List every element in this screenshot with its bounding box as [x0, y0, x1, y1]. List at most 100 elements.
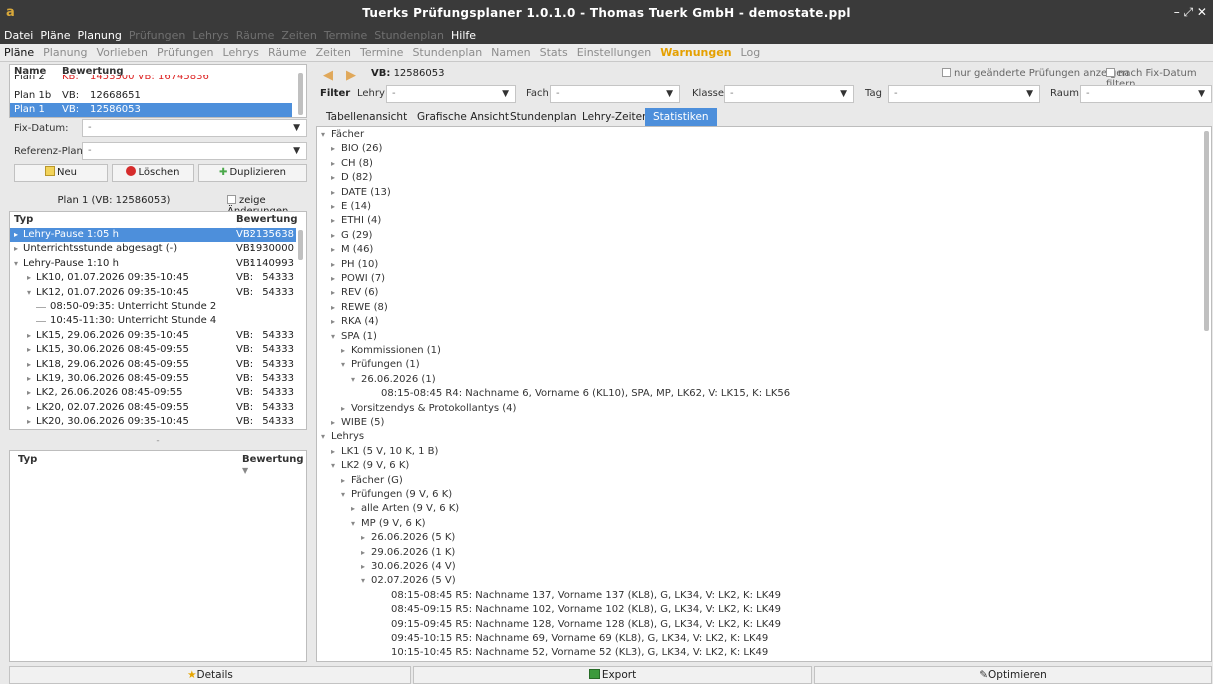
- tree-row[interactable]: ▸ E (14): [317, 200, 1211, 214]
- tree-row[interactable]: ▸ Kommissionen (1): [317, 344, 1211, 358]
- expand-icon[interactable]: ▸: [331, 243, 340, 257]
- tab-11[interactable]: Einstellungen: [577, 46, 652, 59]
- tree-row[interactable]: ▸ 30.06.2026 (4 V): [317, 560, 1211, 574]
- tab-10[interactable]: Stats: [540, 46, 568, 59]
- tab-8[interactable]: Stundenplan: [412, 46, 482, 59]
- detail-row[interactable]: ▸ Unterrichtsstunde abgesagt (-) VB: 193000…: [10, 242, 296, 256]
- tree-row[interactable]: ▸ REWE (8): [317, 301, 1211, 315]
- tree-row[interactable]: ▸ CH (8): [317, 157, 1211, 171]
- expand-icon[interactable]: ▸: [27, 271, 36, 285]
- expand-icon[interactable]: ▸: [331, 200, 340, 214]
- expand-icon[interactable]: ▸: [351, 502, 360, 516]
- window-controls[interactable]: – ⤢ ✕: [1174, 5, 1207, 20]
- menu-3[interactable]: Prüfungen: [129, 29, 185, 42]
- tab-6[interactable]: Zeiten: [316, 46, 351, 59]
- detail-row[interactable]: ▾ Lehry-Pause 1:10 h VB: 1140993: [10, 257, 296, 271]
- detail-scrollbar[interactable]: [298, 230, 303, 260]
- duplicate-plan-button[interactable]: ✚ Duplizieren: [198, 164, 307, 182]
- expand-icon[interactable]: ▸: [331, 416, 340, 430]
- expand-icon[interactable]: ▸: [27, 372, 36, 386]
- tree-row[interactable]: ▸ REV (6): [317, 286, 1211, 300]
- expand-icon[interactable]: ▸: [331, 186, 340, 200]
- new-plan-button[interactable]: Neu: [14, 164, 108, 182]
- tab-9[interactable]: Namen: [491, 46, 530, 59]
- redo-icon[interactable]: ▶: [346, 68, 356, 83]
- plan-row[interactable]: Plan 1 VB: 12586053: [10, 103, 292, 117]
- detail-row[interactable]: ▸ LK19, 30.06.2026 08:45-09:55 VB: 54333: [10, 372, 296, 386]
- expand-icon[interactable]: ▾: [351, 517, 360, 531]
- subtab-0[interactable]: Tabellenansicht: [318, 108, 415, 126]
- subtab-1[interactable]: Grafische Ansicht: [409, 108, 517, 126]
- tree-row[interactable]: ▸ DATE (13): [317, 186, 1211, 200]
- tree-row[interactable]: ▾ Fächer: [317, 128, 1211, 142]
- expand-icon[interactable]: ▸: [27, 386, 36, 400]
- tree-row[interactable]: ▸ Vorsitzendys & Protokollantys (4): [317, 402, 1211, 416]
- tab-5[interactable]: Räume: [268, 46, 307, 59]
- undo-icon[interactable]: ◀: [323, 68, 333, 83]
- expand-icon[interactable]: ▸: [27, 358, 36, 372]
- tree-row[interactable]: ▾ 26.06.2026 (1): [317, 373, 1211, 387]
- detail-row[interactable]: 10:45-11:30: Unterricht Stunde 4: [10, 314, 296, 328]
- tab-2[interactable]: Vorlieben: [97, 46, 149, 59]
- detail-row[interactable]: 08:50-09:35: Unterricht Stunde 2: [10, 300, 296, 314]
- subtab-2[interactable]: Stundenplan: [502, 108, 585, 126]
- tab-7[interactable]: Termine: [360, 46, 403, 59]
- detail-row[interactable]: ▸ LK10, 01.07.2026 09:35-10:45 VB: 54333: [10, 271, 296, 285]
- tree-row[interactable]: ▸ PH (10): [317, 258, 1211, 272]
- tree-row[interactable]: ▸ RKA (4): [317, 315, 1211, 329]
- menu-8[interactable]: Stundenplan: [374, 29, 444, 42]
- detail-row[interactable]: ▸ LK18, 29.06.2026 08:45-09:55 VB: 54333: [10, 358, 296, 372]
- expand-icon[interactable]: ▾: [351, 373, 360, 387]
- tree-row[interactable]: ▾ Prüfungen (1): [317, 358, 1211, 372]
- optimize-button[interactable]: ✎Optimieren: [814, 666, 1212, 684]
- tree-row[interactable]: 09:45-10:15 R5: Nachname 69, Vorname 69 …: [317, 632, 1211, 646]
- tree-row[interactable]: ▾ Prüfungen (9 V, 6 K): [317, 488, 1211, 502]
- expand-icon[interactable]: ▸: [361, 546, 370, 560]
- tree-row[interactable]: ▸ alle Arten (9 V, 6 K): [317, 502, 1211, 516]
- tab-1[interactable]: Planung: [43, 46, 87, 59]
- expand-icon[interactable]: ▾: [14, 257, 23, 271]
- tree-row[interactable]: ▸ ETHI (4): [317, 214, 1211, 228]
- expand-icon[interactable]: ▸: [331, 272, 340, 286]
- subtab-4[interactable]: Statistiken: [645, 108, 717, 126]
- only-changed-checkbox[interactable]: nur geänderte Prüfungen anzeigen: [942, 68, 1129, 79]
- tree-row[interactable]: ▸ 26.06.2026 (5 K): [317, 531, 1211, 545]
- expand-icon[interactable]: ▾: [27, 286, 36, 300]
- menu-7[interactable]: Termine: [324, 29, 367, 42]
- tree-row[interactable]: 08:15-08:45 R5: Nachname 137, Vorname 13…: [317, 589, 1211, 603]
- expand-icon[interactable]: ▾: [341, 488, 350, 502]
- expand-icon[interactable]: ▾: [331, 459, 340, 473]
- tree-row[interactable]: ▸ G (29): [317, 229, 1211, 243]
- tree-row[interactable]: ▸ POWI (7): [317, 272, 1211, 286]
- detail-row[interactable]: ▸ LK20, 30.06.2026 09:35-10:45 VB: 54333: [10, 415, 296, 429]
- menu-9[interactable]: Hilfe: [451, 29, 476, 42]
- expand-icon[interactable]: ▸: [331, 315, 340, 329]
- expand-icon[interactable]: ▾: [341, 358, 350, 372]
- expand-icon[interactable]: ▸: [341, 402, 350, 416]
- tree-row[interactable]: ▸ 29.06.2026 (1 K): [317, 546, 1211, 560]
- delete-plan-button[interactable]: Löschen: [112, 164, 194, 182]
- expand-icon[interactable]: ▸: [331, 229, 340, 243]
- tree-row[interactable]: ▸ Fächer (G): [317, 474, 1211, 488]
- menu-2[interactable]: Planung: [78, 29, 122, 42]
- filter-3-select[interactable]: - ▼: [888, 85, 1040, 103]
- expand-icon[interactable]: ▸: [331, 258, 340, 272]
- detail-row[interactable]: ▸ Lehry-Pause 1:05 h VB: 2135638: [10, 228, 296, 242]
- menu-1[interactable]: Pläne: [40, 29, 70, 42]
- plan-row[interactable]: Plan 1b VB: 12668651: [10, 89, 292, 103]
- export-button[interactable]: Export: [413, 666, 812, 684]
- expand-icon[interactable]: ▸: [331, 445, 340, 459]
- expand-icon[interactable]: ▸: [331, 286, 340, 300]
- menu-6[interactable]: Zeiten: [281, 29, 316, 42]
- lower-col-typ[interactable]: Typ: [18, 454, 37, 465]
- expand-icon[interactable]: ▸: [331, 171, 340, 185]
- expand-icon[interactable]: ▸: [341, 474, 350, 488]
- filter-1-select[interactable]: - ▼: [550, 85, 680, 103]
- menu-0[interactable]: Datei: [4, 29, 33, 42]
- referenz-plan-select[interactable]: - ▼: [82, 142, 307, 160]
- expand-icon[interactable]: ▸: [14, 242, 23, 256]
- lower-col-rating[interactable]: Bewertung ▼: [242, 454, 306, 476]
- detail-row[interactable]: ▾ LK12, 01.07.2026 09:35-10:45 VB: 54333: [10, 286, 296, 300]
- filter-2-select[interactable]: - ▼: [724, 85, 854, 103]
- tree-row[interactable]: ▾ Lehrys: [317, 430, 1211, 444]
